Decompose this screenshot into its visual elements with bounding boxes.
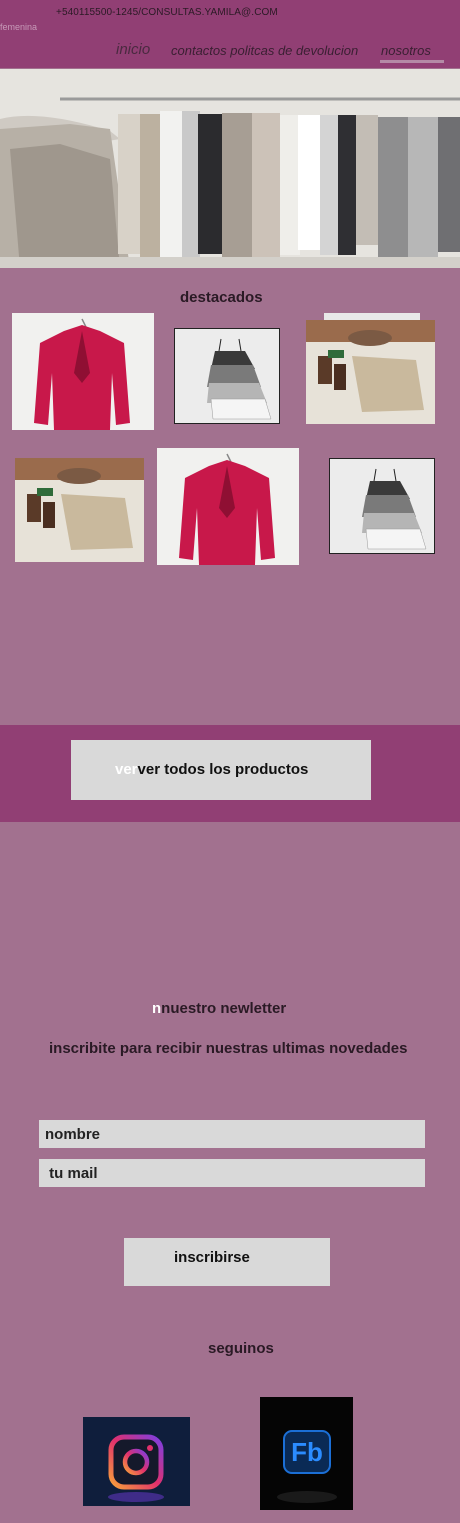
product-card[interactable] bbox=[306, 320, 435, 424]
camisole-set-image bbox=[207, 338, 272, 420]
follow-title: seguinos bbox=[208, 1340, 274, 1357]
name-field[interactable] bbox=[39, 1120, 425, 1148]
instagram-icon bbox=[108, 1434, 164, 1502]
facebook-icon: Fb bbox=[277, 1430, 337, 1503]
newsletter-title-text: nuestro newletter bbox=[161, 1000, 287, 1017]
red-blazer-image bbox=[34, 318, 130, 430]
product-card[interactable] bbox=[329, 458, 435, 554]
red-blazer-image bbox=[179, 453, 275, 565]
newsletter-ghost-text: n bbox=[152, 1000, 162, 1017]
product-card[interactable] bbox=[157, 448, 299, 565]
email-field[interactable] bbox=[39, 1159, 425, 1187]
cta-label: ver todos los productos bbox=[137, 761, 309, 778]
contact-info: +540115500-1245/CONSULTAS.YAMILA@.COM bbox=[56, 7, 278, 18]
nav-inicio[interactable]: inicio bbox=[116, 41, 150, 58]
facebook-icon-label: Fb bbox=[291, 1437, 323, 1467]
subscribe-label: inscribirse bbox=[174, 1249, 250, 1266]
facebook-link[interactable]: Fb bbox=[260, 1397, 353, 1510]
nav-active-indicator bbox=[380, 60, 444, 63]
hero-image bbox=[0, 69, 460, 268]
product-card[interactable] bbox=[15, 458, 144, 562]
featured-title: destacados bbox=[180, 289, 263, 306]
outfit-flatlay-image bbox=[15, 458, 144, 550]
newsletter-title: nnuestro newletter bbox=[152, 1000, 286, 1017]
clothing-rack-illustration bbox=[0, 69, 460, 268]
nav-contactos[interactable]: contactos politcas de devolucion bbox=[171, 43, 358, 58]
product-card[interactable] bbox=[12, 313, 154, 430]
nav-nosotros[interactable]: nosotros bbox=[381, 43, 431, 58]
view-all-products-label: verver todos los productos bbox=[115, 761, 308, 778]
cta-ghost-text: ver bbox=[115, 761, 138, 778]
newsletter-subtitle: inscribite para recibir nuestras ultimas… bbox=[49, 1040, 408, 1057]
product-card[interactable] bbox=[174, 328, 280, 424]
camisole-set-image bbox=[362, 468, 427, 550]
outfit-flatlay-image bbox=[306, 320, 435, 412]
instagram-link[interactable] bbox=[83, 1417, 190, 1506]
brand-fragment: femenina bbox=[0, 22, 38, 32]
